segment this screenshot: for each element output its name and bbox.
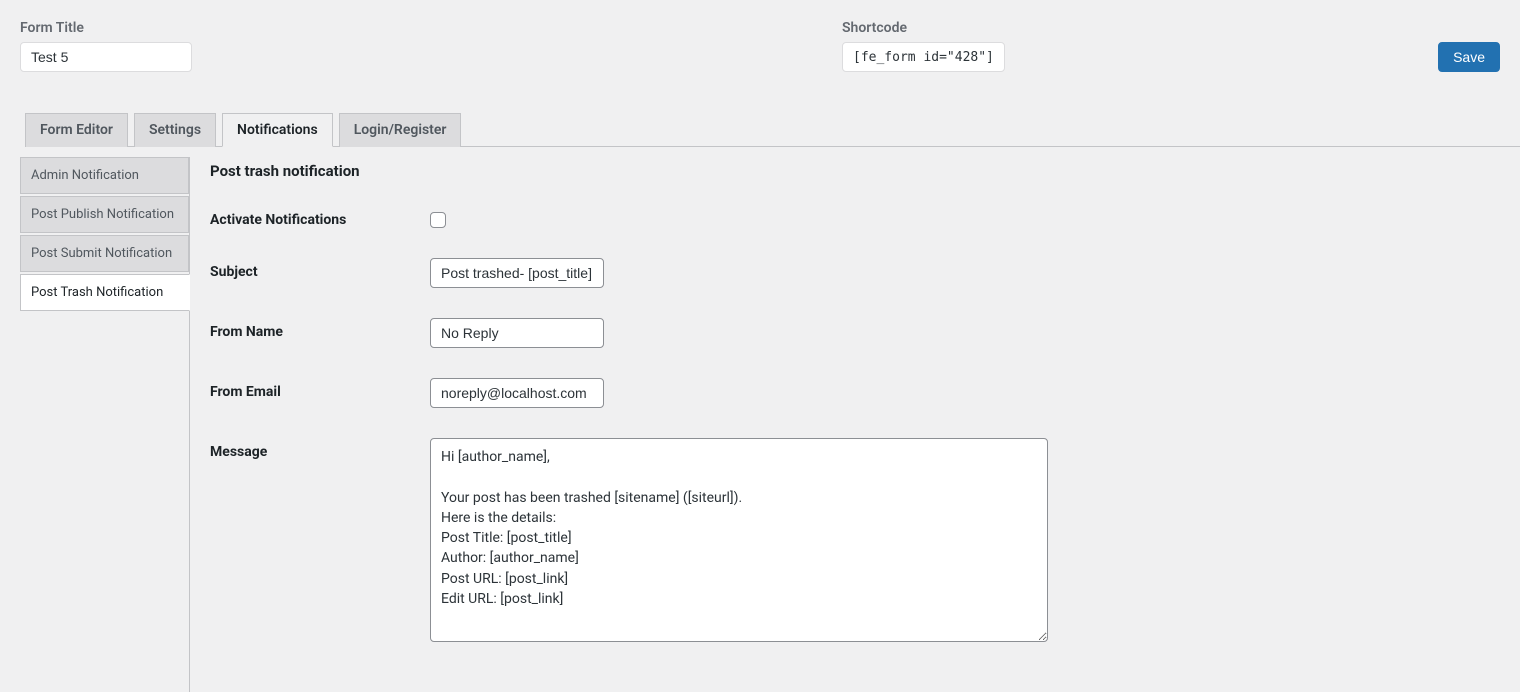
side-tab-publish[interactable]: Post Publish Notification [20, 196, 189, 233]
subject-input[interactable] [430, 258, 604, 288]
row-from-email: From Email [210, 378, 1500, 408]
top-bar: Form Title Shortcode [fe_form id="428"] … [0, 0, 1520, 72]
row-from-name: From Name [210, 318, 1500, 348]
tab-settings[interactable]: Settings [134, 113, 216, 147]
from-name-label: From Name [210, 318, 430, 340]
message-label: Message [210, 438, 430, 460]
tabs-row: Form Editor Settings Notifications Login… [25, 112, 1520, 147]
tab-login-register[interactable]: Login/Register [339, 113, 462, 147]
save-button[interactable]: Save [1438, 42, 1500, 72]
form-title-group: Form Title [20, 20, 192, 72]
activate-checkbox[interactable] [430, 212, 446, 228]
from-email-input[interactable] [430, 378, 604, 408]
side-tab-trash[interactable]: Post Trash Notification [20, 274, 190, 311]
tab-notifications[interactable]: Notifications [222, 113, 333, 147]
row-message: Message [210, 438, 1500, 642]
row-activate: Activate Notifications [210, 206, 1500, 228]
shortcode-group: Shortcode [fe_form id="428"] [842, 20, 1005, 72]
activate-label: Activate Notifications [210, 206, 430, 228]
tab-form-editor[interactable]: Form Editor [25, 113, 128, 147]
panel-heading: Post trash notification [210, 162, 1500, 180]
message-textarea[interactable] [430, 438, 1048, 642]
side-tabs: Admin Notification Post Publish Notifica… [20, 157, 190, 692]
subject-label: Subject [210, 258, 430, 280]
side-tab-admin[interactable]: Admin Notification [20, 157, 189, 194]
row-subject: Subject [210, 258, 1500, 288]
form-title-input[interactable] [20, 42, 192, 72]
shortcode-value[interactable]: [fe_form id="428"] [842, 42, 1005, 72]
shortcode-label: Shortcode [842, 20, 1005, 36]
content-area: Admin Notification Post Publish Notifica… [20, 157, 1520, 692]
side-tab-submit[interactable]: Post Submit Notification [20, 235, 189, 272]
panel: Post trash notification Activate Notific… [190, 157, 1520, 692]
form-title-label: Form Title [20, 20, 192, 36]
from-email-label: From Email [210, 378, 430, 400]
from-name-input[interactable] [430, 318, 604, 348]
